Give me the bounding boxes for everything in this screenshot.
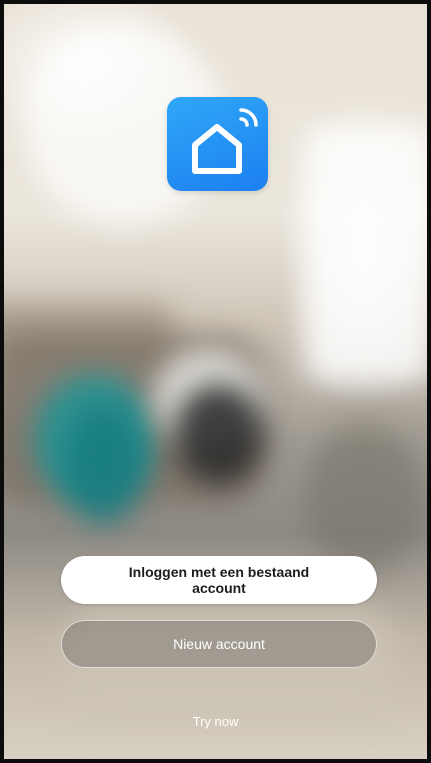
new-account-label: Nieuw account bbox=[173, 636, 265, 652]
background-teal-shadow bbox=[64, 404, 144, 524]
login-existing-account-button[interactable]: Inloggen met een bestaand account bbox=[61, 556, 377, 604]
smart-home-icon bbox=[192, 108, 258, 174]
background-dog-dark bbox=[174, 384, 264, 484]
new-account-button[interactable]: Nieuw account bbox=[61, 620, 377, 668]
device-frame: Inloggen met een bestaand account Nieuw … bbox=[0, 0, 431, 763]
background-window bbox=[304, 124, 427, 384]
background-shadow bbox=[304, 424, 424, 574]
login-existing-account-label: Inloggen met een bestaand account bbox=[128, 564, 310, 596]
splash-screen: Inloggen met een bestaand account Nieuw … bbox=[4, 4, 427, 759]
app-logo bbox=[167, 97, 268, 191]
try-now-link[interactable]: Try now bbox=[4, 714, 427, 729]
